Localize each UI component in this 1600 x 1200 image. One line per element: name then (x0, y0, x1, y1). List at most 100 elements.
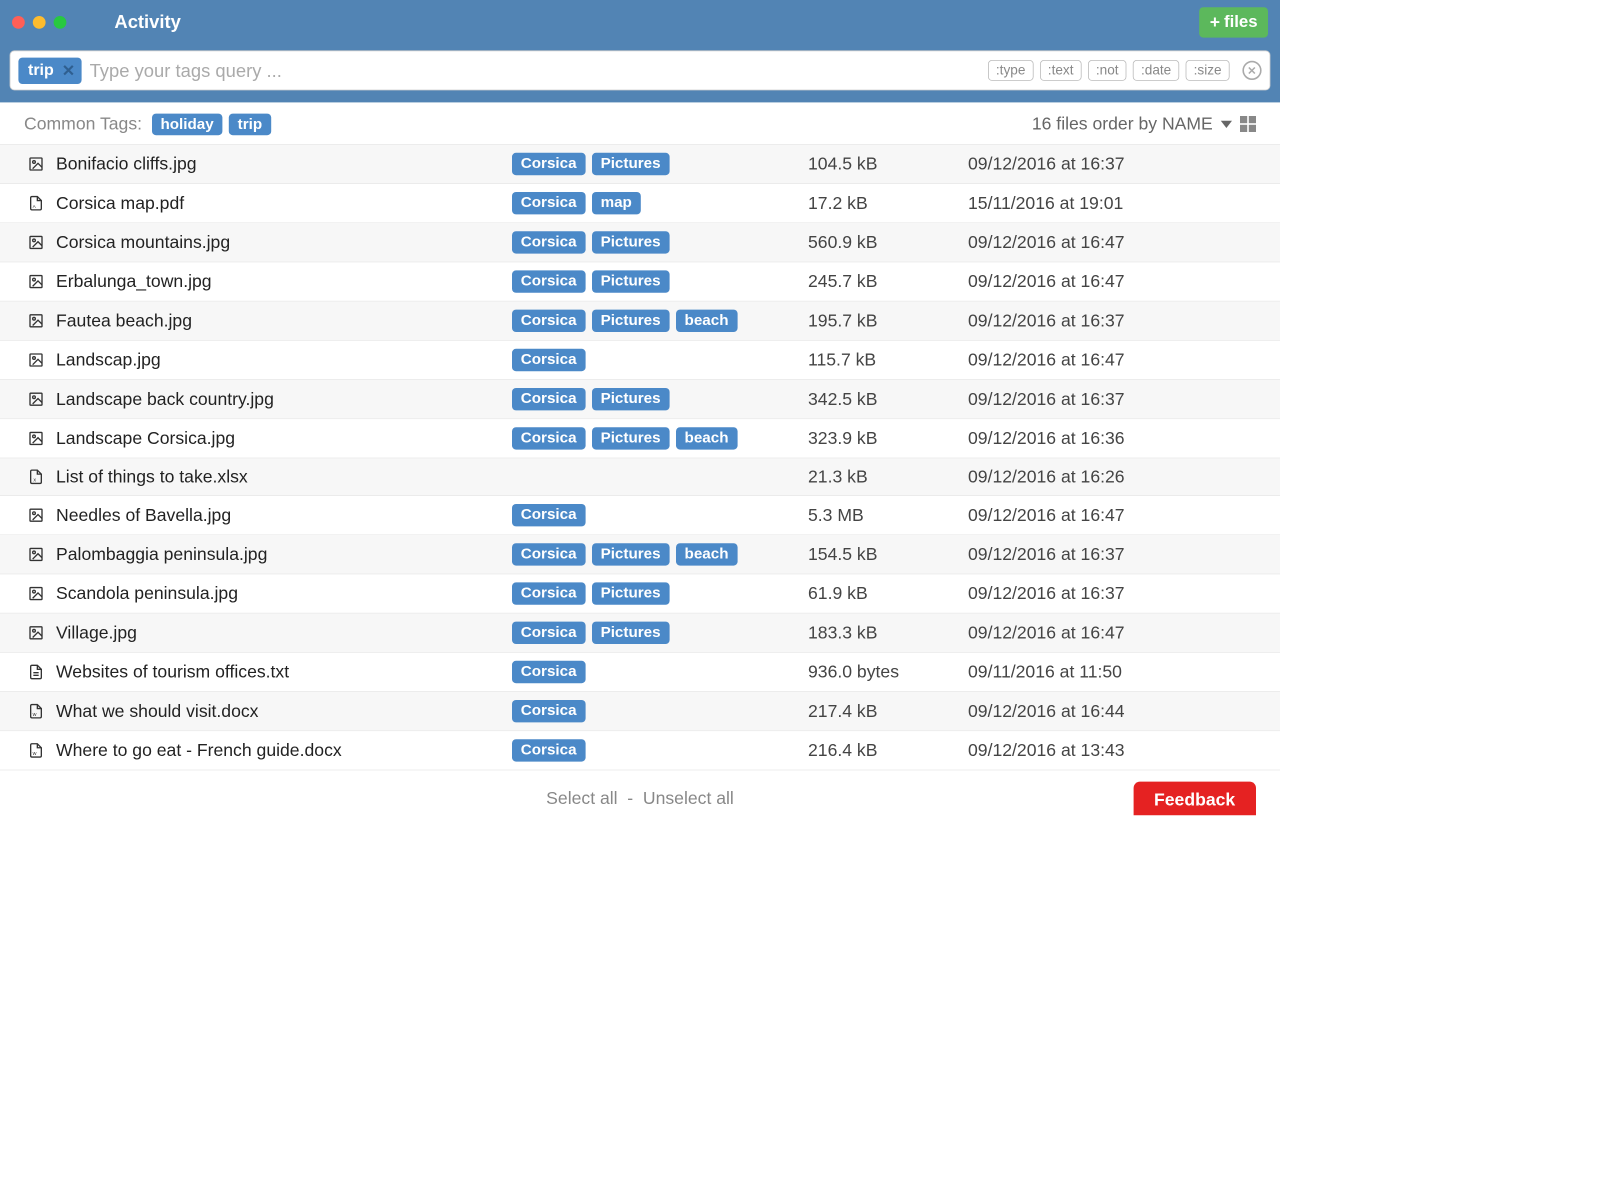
file-tags: Corsica Pictures beach (512, 543, 808, 565)
file-tag[interactable]: Pictures (592, 388, 670, 410)
toolbar: Common Tags: holidaytrip 16 files order … (0, 102, 1280, 144)
searchbar[interactable]: trip ✕ :type :text :not :date :size ✕ (10, 50, 1271, 90)
file-row[interactable]: wWhat we should visit.docxCorsica217.4 k… (0, 692, 1280, 731)
file-row[interactable]: Landscap.jpgCorsica115.7 kB09/12/2016 at… (0, 341, 1280, 380)
file-tag[interactable]: map (592, 192, 641, 214)
common-tag-holiday[interactable]: holiday (152, 113, 223, 135)
file-row[interactable]: Bonifacio cliffs.jpgCorsicaPictures104.5… (0, 145, 1280, 184)
file-row[interactable]: Village.jpgCorsicaPictures183.3 kB09/12/… (0, 614, 1280, 653)
file-tag[interactable]: Corsica (512, 192, 585, 214)
close-window-button[interactable] (12, 16, 25, 29)
search-input[interactable] (90, 60, 980, 82)
file-tag[interactable]: Pictures (592, 582, 670, 604)
unselect-all-link[interactable]: Unselect all (643, 788, 734, 808)
file-tag[interactable]: Corsica (512, 739, 585, 761)
file-date: 09/12/2016 at 16:37 (968, 544, 1256, 565)
file-tag[interactable]: beach (676, 543, 738, 565)
file-name: Landscape back country.jpg (48, 389, 512, 410)
common-tag-trip[interactable]: trip (229, 113, 271, 135)
file-tag[interactable]: Corsica (512, 270, 585, 292)
filter-chip-not[interactable]: :not (1088, 60, 1127, 81)
filter-chips: :type :text :not :date :size (988, 60, 1230, 81)
file-tag[interactable]: Corsica (512, 622, 585, 644)
file-name: Corsica mountains.jpg (48, 232, 512, 253)
window-controls (12, 16, 66, 29)
file-name: What we should visit.docx (48, 701, 512, 722)
file-tag[interactable]: Corsica (512, 543, 585, 565)
file-tag[interactable]: Pictures (592, 622, 670, 644)
file-tag[interactable]: Corsica (512, 700, 585, 722)
sort-control[interactable]: 16 files order by NAME (1032, 114, 1256, 135)
image-file-icon (24, 585, 48, 603)
file-tags: Corsica (512, 349, 808, 371)
file-tag[interactable]: Pictures (592, 543, 670, 565)
feedback-button[interactable]: Feedback (1133, 782, 1256, 816)
minimize-window-button[interactable] (33, 16, 46, 29)
file-tag[interactable]: Corsica (512, 582, 585, 604)
file-size: 217.4 kB (808, 701, 968, 722)
file-tags: Corsica (512, 739, 808, 761)
filter-chip-date[interactable]: :date (1133, 60, 1179, 81)
file-tag[interactable]: Corsica (512, 388, 585, 410)
file-tag[interactable]: Pictures (592, 270, 670, 292)
file-date: 09/12/2016 at 16:37 (968, 310, 1256, 331)
file-row[interactable]: Scandola peninsula.jpgCorsicaPictures61.… (0, 574, 1280, 613)
separator: - (627, 788, 633, 808)
file-tag[interactable]: beach (676, 310, 738, 332)
sort-label: 16 files order by NAME (1032, 114, 1213, 135)
file-name: Bonifacio cliffs.jpg (48, 154, 512, 175)
file-row[interactable]: xList of things to take.xlsx21.3 kB09/12… (0, 458, 1280, 496)
remove-tag-icon[interactable]: ✕ (62, 60, 75, 80)
filter-chip-type[interactable]: :type (988, 60, 1033, 81)
image-file-icon (24, 273, 48, 291)
window-title: Activity (114, 11, 180, 33)
file-tag[interactable]: Pictures (592, 427, 670, 449)
svg-text:x: x (33, 477, 36, 483)
text-file-icon (24, 663, 48, 681)
file-row[interactable]: Landscape back country.jpgCorsica Picture… (0, 380, 1280, 419)
file-size: 323.9 kB (808, 428, 968, 449)
file-tag[interactable]: beach (676, 427, 738, 449)
file-tag[interactable]: Corsica (512, 349, 585, 371)
grid-view-icon[interactable] (1240, 116, 1256, 132)
file-tag[interactable]: Corsica (512, 427, 585, 449)
file-tag[interactable]: Corsica (512, 310, 585, 332)
file-size: 61.9 kB (808, 583, 968, 604)
file-row[interactable]: Palombaggia peninsula.jpgCorsicaPictures… (0, 535, 1280, 574)
file-name: Erbalunga_town.jpg (48, 271, 512, 292)
file-tag[interactable]: Corsica (512, 504, 585, 526)
maximize-window-button[interactable] (54, 16, 67, 29)
file-name: List of things to take.xlsx (48, 466, 512, 487)
file-row[interactable]: Websites of tourism offices.txtCorsica93… (0, 653, 1280, 692)
file-tag[interactable]: Pictures (592, 310, 670, 332)
add-files-label: files (1224, 13, 1258, 32)
filter-chip-size[interactable]: :size (1186, 60, 1230, 81)
file-tag[interactable]: Corsica (512, 661, 585, 683)
file-row[interactable]: Landscape Corsica.jpgCorsicaPicturesbeac… (0, 419, 1280, 458)
file-row[interactable]: Erbalunga_town.jpgCorsicaPictures245.7 k… (0, 262, 1280, 301)
file-row[interactable]: ACorsica map.pdfCorsicamap17.2 kB15/11/2… (0, 184, 1280, 223)
file-row[interactable]: Needles of Bavella.jpgCorsica5.3 MB09/12… (0, 496, 1280, 535)
file-date: 09/12/2016 at 16:37 (968, 389, 1256, 410)
file-tag[interactable]: Pictures (592, 153, 670, 175)
file-tags: Corsica Pictures (512, 231, 808, 253)
file-date: 09/12/2016 at 16:37 (968, 154, 1256, 175)
file-tag[interactable]: Pictures (592, 231, 670, 253)
image-file-icon (24, 430, 48, 448)
file-row[interactable]: wWhere to go eat - French guide.docxCors… (0, 731, 1280, 770)
filter-chip-text[interactable]: :text (1040, 60, 1082, 81)
footer: Select all - Unselect all Feedback (0, 770, 1280, 826)
file-row[interactable]: Corsica mountains.jpgCorsicaPictures560.… (0, 223, 1280, 262)
file-date: 15/11/2016 at 19:01 (968, 193, 1256, 214)
file-tag[interactable]: Corsica (512, 231, 585, 253)
active-search-tag[interactable]: trip ✕ (18, 57, 81, 83)
select-all-link[interactable]: Select all (546, 788, 617, 808)
add-files-button[interactable]: + files (1199, 7, 1268, 37)
clear-search-icon[interactable]: ✕ (1242, 61, 1261, 80)
file-tag[interactable]: Corsica (512, 153, 585, 175)
active-search-tag-label: trip (28, 61, 54, 79)
file-date: 09/11/2016 at 11:50 (968, 662, 1256, 683)
file-row[interactable]: Fautea beach.jpgCorsicaPicturesbeach195.… (0, 302, 1280, 341)
file-name: Websites of tourism offices.txt (48, 662, 512, 683)
file-tags: Corsica (512, 661, 808, 683)
